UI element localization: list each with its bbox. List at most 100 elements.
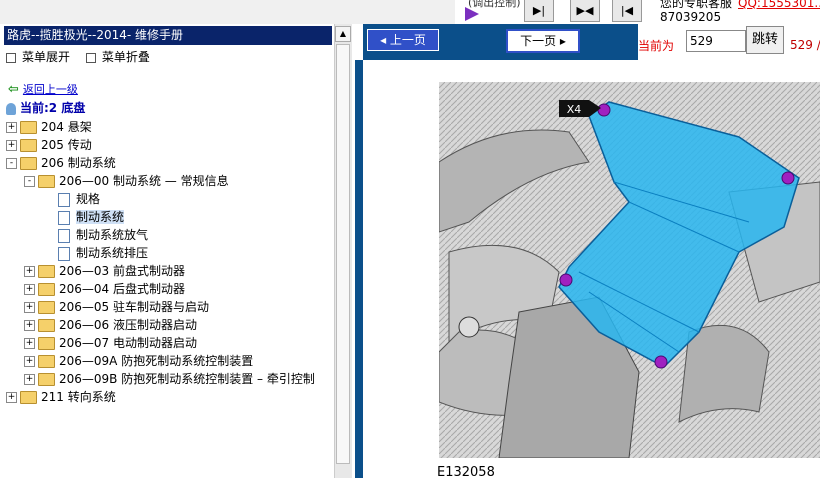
current-page-label: 当前为 bbox=[638, 39, 675, 53]
jump-button[interactable]: 跳转 bbox=[746, 26, 784, 54]
menu-expand-button[interactable]: 菜单展开 bbox=[6, 50, 70, 64]
folder-icon bbox=[38, 355, 55, 368]
tree-item-label: 制动系统放气 bbox=[76, 228, 149, 242]
top-strip: (调出控制) ▶| ▶◀ |◀ 您的专职客服 QQ:1555301.. 87039… bbox=[0, 0, 820, 24]
repair-diagram: X4 bbox=[439, 82, 820, 458]
folder-icon bbox=[20, 121, 37, 134]
page-number-input[interactable] bbox=[686, 30, 746, 52]
expand-plus-icon[interactable]: + bbox=[24, 284, 35, 295]
expand-plus-icon[interactable]: + bbox=[24, 266, 35, 277]
folder-icon bbox=[38, 283, 55, 296]
pipe-part bbox=[678, 324, 770, 423]
expand-plus-icon[interactable]: + bbox=[6, 122, 17, 133]
collapse-icon bbox=[85, 52, 96, 63]
tree-folder-item[interactable]: +206—03 前盘式制动器 bbox=[24, 262, 185, 280]
bolt-part bbox=[458, 316, 480, 338]
flag-icon[interactable] bbox=[465, 7, 479, 21]
menu-collapse-label: 菜单折叠 bbox=[101, 50, 150, 64]
next-page-button[interactable]: 下一页 ▸ bbox=[506, 29, 580, 53]
bolt-icon bbox=[654, 355, 668, 369]
tree-folder-item[interactable]: - 206 制动系统 bbox=[6, 154, 116, 172]
expand-plus-icon[interactable]: + bbox=[24, 302, 35, 313]
tree-folder-item[interactable]: +205 传动 bbox=[6, 136, 92, 154]
tree-item-label: 206—09A 防抱死制动系统控制装置 bbox=[59, 354, 254, 368]
expand-plus-icon[interactable]: + bbox=[24, 338, 35, 349]
split-icon[interactable]: ▶◀ bbox=[570, 0, 600, 22]
tree-item-label: 206—07 电动制动器启动 bbox=[59, 336, 197, 350]
page-total: 529 / 7 bbox=[790, 38, 820, 52]
tree-item-label: 206—05 驻车制动器与启动 bbox=[59, 300, 209, 314]
tree-folder-item[interactable]: +206—05 驻车制动器与启动 bbox=[24, 298, 209, 316]
bolt-icon bbox=[559, 273, 573, 287]
contact-label: 您的专职客服 bbox=[660, 0, 733, 10]
tree-item-label: 206 制动系统 bbox=[41, 156, 116, 170]
bolt-icon bbox=[781, 171, 795, 185]
tree-item-label: 规格 bbox=[76, 192, 101, 206]
tree-folder-item[interactable]: - 206—00 制动系统 — 常规信息 bbox=[24, 172, 229, 190]
folder-icon bbox=[38, 373, 55, 386]
tree-folder-item[interactable]: +206—06 液压制动器启动 bbox=[24, 316, 197, 334]
tree-folder-item[interactable]: +206—07 电动制动器启动 bbox=[24, 334, 197, 352]
document-icon bbox=[58, 192, 70, 207]
page-jump-area: 当前为 跳转 529 / 7 bbox=[638, 24, 820, 60]
tree-item-label: 206—03 前盘式制动器 bbox=[59, 264, 185, 278]
scroll-thumb[interactable] bbox=[336, 44, 350, 464]
document-icon bbox=[58, 210, 70, 225]
tree-item-label: 204 悬架 bbox=[41, 120, 92, 134]
tree-doc-item[interactable]: 规格 bbox=[58, 190, 100, 208]
folder-icon bbox=[38, 319, 55, 332]
back-link[interactable]: 返回上一级 bbox=[23, 83, 78, 96]
prev-page-button[interactable]: ◂ 上一页 bbox=[367, 29, 439, 51]
back-row: ⇦ 返回上一级 bbox=[8, 81, 78, 97]
tree-item-label: 206—09B 防抱死制动系统控制装置 – 牵引控制 bbox=[59, 372, 315, 386]
document-icon bbox=[58, 246, 70, 261]
tree-item-label: 制动系统排压 bbox=[76, 246, 149, 260]
tree-folder-item[interactable]: +206—09B 防抱死制动系统控制装置 – 牵引控制 bbox=[24, 370, 315, 388]
folder-icon bbox=[38, 301, 55, 314]
expand-icon bbox=[6, 52, 16, 63]
tree-doc-item[interactable]: 制动系统 bbox=[58, 208, 125, 226]
folder-icon bbox=[20, 391, 37, 404]
content-left-border bbox=[355, 60, 363, 478]
expand-plus-icon[interactable]: + bbox=[24, 356, 35, 367]
expand-plus-icon[interactable]: + bbox=[6, 140, 17, 151]
tree-folder-item[interactable]: +206—04 后盘式制动器 bbox=[24, 280, 185, 298]
top-grey-bar bbox=[0, 0, 455, 24]
menu-expand-label: 菜单展开 bbox=[22, 50, 71, 64]
expand-plus-icon[interactable]: + bbox=[24, 320, 35, 331]
folder-icon bbox=[20, 157, 37, 170]
collapse-minus-icon[interactable]: - bbox=[6, 158, 17, 169]
folder-icon bbox=[38, 265, 55, 278]
navigation-panel: 路虎--揽胜极光--2014- 维修手册 菜单展开 菜单折叠 ⇦ 返回上一级 当前… bbox=[0, 24, 334, 478]
expand-plus-icon[interactable]: + bbox=[24, 374, 35, 385]
menu-collapse-button[interactable]: 菜单折叠 bbox=[85, 50, 150, 64]
content-panel: ◂ 上一页 下一页 ▸ 当前为 跳转 529 / 7 bbox=[355, 24, 820, 480]
bolt-icon bbox=[597, 103, 611, 117]
forward-icon[interactable]: ▶| bbox=[524, 0, 554, 22]
tree-folder-item[interactable]: +211 转向系统 bbox=[6, 388, 116, 406]
tree-doc-item[interactable]: 制动系统排压 bbox=[58, 244, 148, 262]
back-arrow-icon[interactable]: ⇦ bbox=[8, 82, 19, 97]
folder-icon bbox=[20, 139, 37, 152]
callout-label: X4 bbox=[567, 103, 582, 116]
collapse-minus-icon[interactable]: - bbox=[24, 176, 35, 187]
back-icon[interactable]: |◀ bbox=[612, 0, 642, 22]
tree-folder-item[interactable]: +206—09A 防抱死制动系统控制装置 bbox=[24, 352, 253, 370]
next-page-label: 下一页 bbox=[520, 34, 557, 48]
tree-item-label: 制动系统 bbox=[76, 210, 125, 224]
expand-plus-icon[interactable]: + bbox=[6, 392, 17, 403]
tree-scrollbar[interactable]: ▲ bbox=[334, 24, 352, 478]
page-nav-bar: ◂ 上一页 下一页 ▸ 当前为 跳转 529 / 7 bbox=[363, 24, 820, 60]
tree-item-label: 206—04 后盘式制动器 bbox=[59, 282, 185, 296]
tree-item-label: 206—00 制动系统 — 常规信息 bbox=[59, 174, 229, 188]
folder-icon bbox=[38, 175, 55, 188]
tree-item-label: 205 传动 bbox=[41, 138, 92, 152]
qq-link[interactable]: QQ:1555301.. bbox=[738, 0, 820, 10]
folder-icon bbox=[38, 337, 55, 350]
menu-controls: 菜单展开 菜单折叠 bbox=[6, 48, 162, 65]
scroll-up-icon[interactable]: ▲ bbox=[335, 26, 351, 42]
location-icon bbox=[6, 102, 16, 115]
contact-phone: 87039205 bbox=[660, 10, 722, 24]
tree-doc-item[interactable]: 制动系统放气 bbox=[58, 226, 148, 244]
tree-folder-item[interactable]: +204 悬架 bbox=[6, 118, 92, 136]
